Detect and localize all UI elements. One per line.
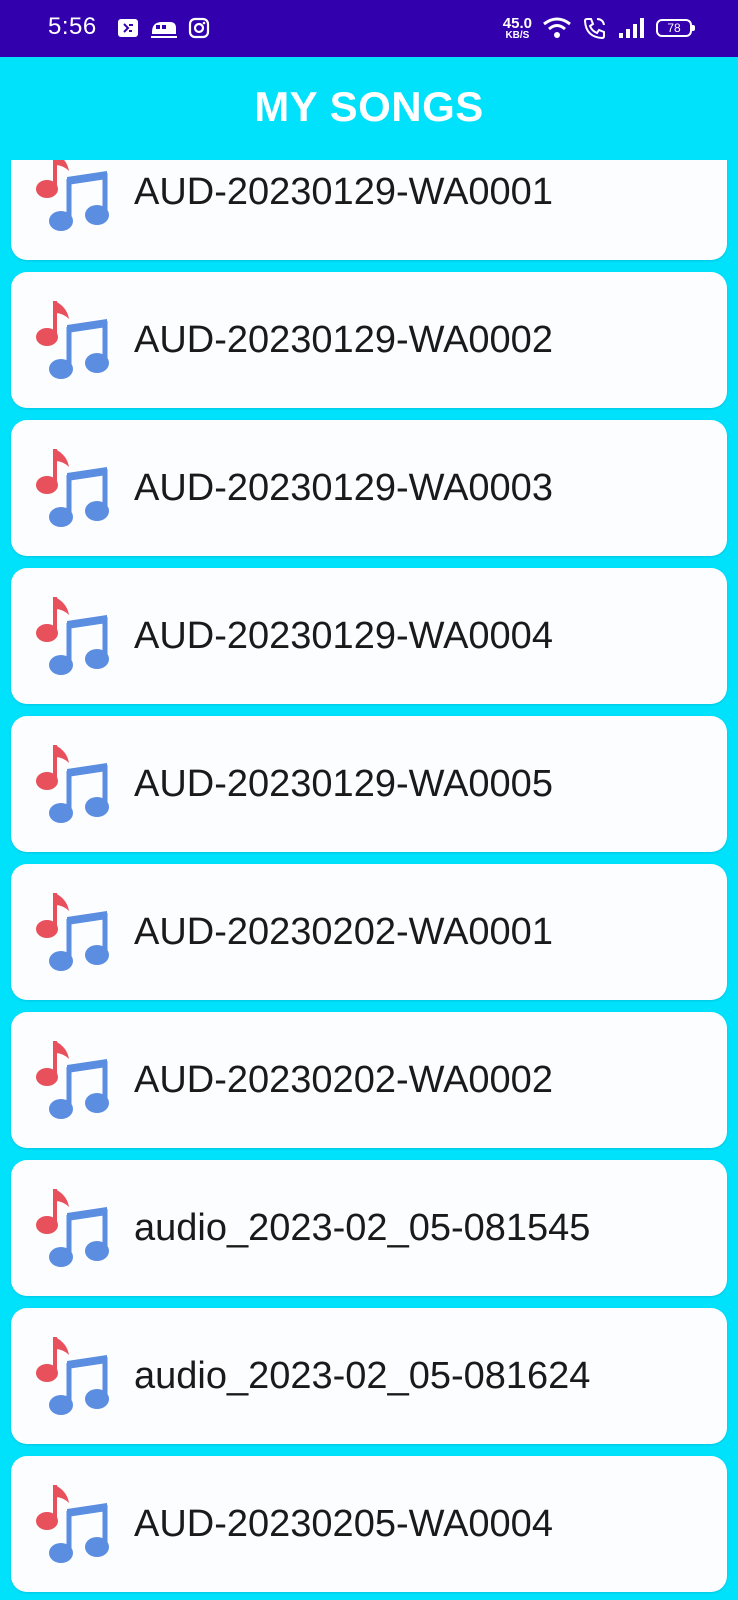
song-list[interactable]: AUD-20230129-WA0001 AUD-20230129-WA0002 (0, 160, 738, 1600)
instagram-icon (188, 17, 210, 39)
song-list-item[interactable]: AUD-20230129-WA0004 (11, 568, 727, 704)
song-title: AUD-20230205-WA0004 (134, 1503, 553, 1545)
song-list-item[interactable]: AUD-20230129-WA0005 (11, 716, 727, 852)
song-list-item[interactable]: AUD-20230202-WA0001 (11, 864, 727, 1000)
music-note-icon (36, 745, 109, 823)
status-time: 5:56 (48, 13, 97, 40)
train-icon (151, 22, 177, 38)
song-list-content: AUD-20230129-WA0001 AUD-20230129-WA0002 (0, 160, 738, 1600)
song-title: AUD-20230129-WA0005 (134, 763, 553, 805)
battery-level: 78 (667, 21, 681, 35)
song-list-item[interactable]: AUD-20230205-WA0004 (11, 1456, 727, 1592)
network-speed-unit: KB/S (505, 29, 530, 41)
page-title: MY SONGS (254, 82, 484, 130)
network-speed-value: 45.0 (502, 14, 532, 32)
song-list-item[interactable]: audio_2023-02_05-081545 (11, 1160, 727, 1296)
song-list-item[interactable]: AUD-20230202-WA0002 (11, 1012, 727, 1148)
song-list-item[interactable]: AUD-20230129-WA0001 (11, 160, 727, 260)
song-title: AUD-20230202-WA0002 (134, 1059, 553, 1101)
music-note-icon (36, 1189, 109, 1267)
status-notification-icons (116, 15, 210, 41)
signal-icon (619, 18, 644, 38)
music-note-icon (36, 597, 109, 675)
song-title: AUD-20230129-WA0003 (134, 467, 553, 509)
status-bar: 5:56 45.0 KB/S 78 (0, 0, 738, 57)
song-list-item[interactable]: AUD-20230129-WA0003 (11, 420, 727, 556)
music-note-icon (36, 1337, 109, 1415)
network-speed: 45.0 KB/S (503, 16, 532, 41)
music-note-icon (36, 449, 109, 527)
song-title: audio_2023-02_05-081545 (134, 1207, 591, 1249)
song-title: AUD-20230129-WA0002 (134, 319, 553, 361)
wifi-calling-icon (583, 18, 605, 40)
song-title: AUD-20230129-WA0001 (134, 171, 553, 213)
song-list-item[interactable]: AUD-20230129-WA0002 (11, 272, 727, 408)
song-list-item[interactable]: audio_2023-02_05-081624 (11, 1308, 727, 1444)
music-note-icon (36, 1041, 109, 1119)
music-note-icon (36, 160, 109, 231)
music-note-icon (36, 1485, 109, 1563)
song-title: audio_2023-02_05-081624 (134, 1355, 591, 1397)
status-system-icons: 45.0 KB/S 78 (503, 12, 695, 44)
music-note-icon (36, 301, 109, 379)
song-title: AUD-20230129-WA0004 (134, 615, 553, 657)
music-note-icon (36, 893, 109, 971)
notification-app-icon (118, 19, 138, 37)
song-title: AUD-20230202-WA0001 (134, 911, 553, 953)
wifi-icon (543, 17, 571, 38)
app-bar: MY SONGS (0, 57, 738, 160)
battery-indicator: 78 (656, 19, 695, 37)
